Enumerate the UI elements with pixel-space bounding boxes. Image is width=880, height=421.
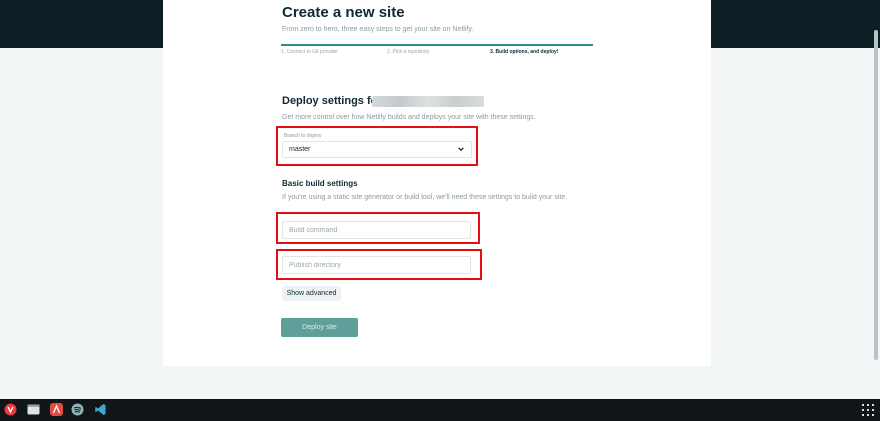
taskbar — [0, 399, 880, 421]
branch-select[interactable]: master — [282, 141, 472, 158]
branch-select-value: master — [289, 146, 311, 153]
spotify-icon[interactable] — [71, 403, 84, 416]
show-advanced-button[interactable]: Show advanced — [282, 286, 341, 301]
step-connect[interactable]: 1. Connect to Git provider — [281, 44, 385, 58]
deploy-settings-description: Get more control over how Netlify builds… — [282, 114, 536, 121]
page-scrollbar[interactable] — [874, 30, 878, 360]
step-build-deploy: 3. Build options, and deploy! — [489, 44, 593, 58]
step-label: 2. Pick a repository — [387, 49, 430, 55]
basic-build-title: Basic build settings — [282, 179, 358, 188]
basic-build-description: If you're using a static site generator … — [282, 194, 568, 201]
window-icon[interactable] — [27, 403, 40, 416]
apps-grid-icon[interactable] — [862, 404, 874, 416]
step-label: 3. Build options, and deploy! — [490, 49, 559, 55]
page-title: Create a new site — [282, 4, 405, 21]
step-label: 1. Connect to Git provider — [281, 49, 338, 55]
step-repository[interactable]: 2. Pick a repository — [385, 44, 489, 58]
app-icon[interactable] — [50, 403, 63, 416]
chevron-down-icon — [458, 147, 464, 152]
page-subtitle: From zero to hero, three easy steps to g… — [282, 26, 474, 33]
progress-steps: 1. Connect to Git provider 2. Pick a rep… — [281, 44, 593, 58]
publish-directory-input[interactable] — [282, 256, 471, 274]
branch-label: Branch to deploy — [284, 133, 322, 139]
vivaldi-icon[interactable] — [4, 403, 17, 416]
vscode-icon[interactable] — [94, 403, 107, 416]
deploy-settings-title: Deploy settings for — [282, 95, 382, 107]
build-command-input[interactable] — [282, 221, 471, 239]
blurred-repository-name — [372, 96, 484, 107]
deploy-site-button[interactable]: Deploy site — [281, 318, 358, 337]
